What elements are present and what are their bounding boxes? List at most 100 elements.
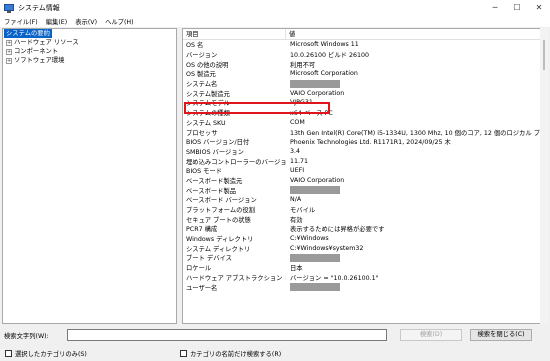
- list-row[interactable]: BIOS バージョン/日付 Phoenix Technologies Ltd. R…: [183, 137, 547, 147]
- row-item: OS 製造元: [186, 71, 216, 79]
- tree-item-components[interactable]: + コンポーネント: [3, 47, 176, 56]
- list-row[interactable]: BIOS モード UEFI: [183, 166, 547, 176]
- list-row[interactable]: SMBIOS バージョン 3.4: [183, 147, 547, 157]
- checkbox-box[interactable]: [5, 350, 12, 357]
- list-row[interactable]: OS 名 Microsoft Windows 11: [183, 40, 547, 50]
- list-row[interactable]: PCR7 構成 表示するためには昇格が必要です: [183, 224, 547, 234]
- row-item: BIOS バージョン/日付: [186, 139, 250, 147]
- list-row[interactable]: 埋め込みコントローラーのバージョン 11.71: [183, 156, 547, 166]
- list-row[interactable]: バージョン 10.0.26100 ビルド 26100: [183, 50, 547, 60]
- row-value: 有効: [290, 216, 303, 224]
- list-row[interactable]: システム名: [183, 79, 547, 89]
- list-row[interactable]: ベースボード製造元 VAIO Corporation: [183, 176, 547, 186]
- details-list[interactable]: 項目 値 OS 名 Microsoft Windows 11 バージョン 10.0.2…: [182, 28, 548, 324]
- list-row[interactable]: セキュア ブートの状態 有効: [183, 214, 547, 224]
- scroll-thumb[interactable]: [543, 40, 545, 70]
- category-names-only-checkbox[interactable]: カテゴリの名前だけ検索する(R): [180, 349, 281, 358]
- row-item: ベースボード製造元: [186, 177, 243, 185]
- row-value: 13th Gen Intel(R) Core(TM) i5-1334U, 130…: [290, 129, 546, 137]
- row-value: 日本: [290, 265, 303, 273]
- tree-item-label: ハードウェア リソース: [14, 39, 79, 46]
- row-item: ブート デバイス: [186, 255, 232, 263]
- list-row[interactable]: OS の他の説明 利用不可: [183, 59, 547, 69]
- row-value: VAIO Corporation: [290, 89, 345, 97]
- row-item: BIOS モード: [186, 168, 223, 176]
- menu-help[interactable]: ヘルプ(H): [101, 17, 138, 26]
- highlight-annotation: [184, 102, 330, 114]
- vertical-scrollbar[interactable]: [540, 28, 548, 324]
- row-item: システム SKU: [186, 119, 226, 127]
- window-title: システム情報: [18, 3, 60, 12]
- list-row[interactable]: ベースボード製品: [183, 185, 547, 195]
- expand-icon[interactable]: +: [6, 57, 12, 64]
- checkbox-label: 選択したカテゴリのみ(S): [15, 351, 87, 358]
- column-header-value[interactable]: 値: [286, 29, 547, 39]
- tree-item-software-environment[interactable]: + ソフトウェア環境: [3, 56, 176, 65]
- title-bar: システム情報 ─ ☐ ✕: [0, 0, 550, 15]
- list-row[interactable]: システム SKU COM: [183, 118, 547, 128]
- category-tree[interactable]: システムの要約 + ハードウェア リソース + コンポーネント + ソフトウェア…: [2, 28, 177, 324]
- row-value: C:¥Windows¥system32: [290, 244, 364, 252]
- row-value: Phoenix Technologies Ltd. R1171R1, 2024/…: [290, 139, 451, 147]
- system-info-icon: [4, 3, 14, 13]
- expand-icon[interactable]: +: [6, 39, 12, 46]
- row-value: [286, 79, 547, 88]
- minimize-button[interactable]: ─: [484, 0, 506, 15]
- list-row[interactable]: ブート デバイス: [183, 253, 547, 263]
- tree-item-label: コンポーネント: [14, 48, 59, 55]
- row-item: SMBIOS バージョン: [186, 148, 244, 156]
- expand-icon[interactable]: +: [6, 48, 12, 55]
- tree-item-label: ソフトウェア環境: [14, 57, 65, 64]
- row-item: バージョン: [186, 52, 218, 60]
- search-panel: 検索文字列(W): 検索(D) 検索を閉じる(C) 選択したカテゴリのみ(S) …: [0, 325, 550, 361]
- row-item: ベースボード製品: [186, 187, 237, 195]
- list-row[interactable]: システム ディレクトリ C:¥Windows¥system32: [183, 243, 547, 253]
- row-item: システム製造元: [186, 90, 230, 98]
- row-item: システム ディレクトリ: [186, 245, 251, 253]
- row-value: N/A: [290, 196, 302, 204]
- list-row[interactable]: ハードウェア アブストラクション レイヤーバージョン = "10.0.26100…: [183, 273, 547, 283]
- checkbox-box[interactable]: [180, 350, 187, 357]
- find-button[interactable]: 検索(D): [400, 329, 462, 341]
- row-value: 利用不可: [290, 61, 316, 69]
- search-input[interactable]: [67, 329, 387, 341]
- menu-view[interactable]: 表示(V): [71, 17, 101, 26]
- row-value: UEFI: [290, 167, 305, 175]
- search-label: 検索文字列(W):: [4, 333, 49, 340]
- redacted-value: [290, 253, 340, 262]
- menu-file[interactable]: ファイル(F): [0, 17, 42, 26]
- tree-item-system-summary[interactable]: システムの要約: [3, 29, 176, 38]
- close-search-button[interactable]: 検索を閉じる(C): [470, 329, 532, 341]
- row-item: ハードウェア アブストラクション レイヤー: [186, 274, 286, 282]
- row-item: ベースボード バージョン: [186, 197, 257, 205]
- list-header: 項目 値: [183, 29, 547, 40]
- selected-category-only-checkbox[interactable]: 選択したカテゴリのみ(S): [5, 349, 87, 358]
- maximize-button[interactable]: ☐: [506, 0, 528, 15]
- list-row[interactable]: Windows ディレクトリ C:¥Windows: [183, 234, 547, 244]
- list-row[interactable]: OS 製造元 Microsoft Corporation: [183, 69, 547, 79]
- list-row[interactable]: プロセッサ 13th Gen Intel(R) Core(TM) i5-1334U…: [183, 127, 547, 137]
- tree-item-label: システムの要約: [4, 29, 52, 38]
- row-value: [286, 283, 547, 292]
- row-item: OS の他の説明: [186, 61, 229, 69]
- column-header-item[interactable]: 項目: [183, 29, 286, 39]
- list-row[interactable]: ロケール 日本: [183, 263, 547, 273]
- tree-item-hardware-resources[interactable]: + ハードウェア リソース: [3, 38, 176, 47]
- row-item: Windows ディレクトリ: [186, 236, 254, 244]
- redacted-value: [290, 186, 340, 195]
- row-value: COM: [290, 118, 305, 126]
- list-row[interactable]: ベースボード バージョン N/A: [183, 195, 547, 205]
- row-value: Microsoft Windows 11: [290, 41, 359, 49]
- list-rows: OS 名 Microsoft Windows 11 バージョン 10.0.26100 …: [183, 40, 547, 292]
- list-row[interactable]: プラットフォームの役割 モバイル: [183, 205, 547, 215]
- row-item: セキュア ブートの状態: [186, 216, 251, 224]
- row-item: 埋め込みコントローラーのバージョン: [186, 158, 286, 166]
- window-controls: ─ ☐ ✕: [484, 0, 550, 15]
- row-value: Microsoft Corporation: [290, 70, 358, 78]
- checkbox-label: カテゴリの名前だけ検索する(R): [190, 351, 282, 358]
- close-button[interactable]: ✕: [528, 0, 550, 15]
- row-item: ユーザー名: [186, 284, 218, 292]
- menu-edit[interactable]: 編集(E): [42, 17, 72, 26]
- list-row[interactable]: ユーザー名: [183, 282, 547, 292]
- list-row[interactable]: システム製造元 VAIO Corporation: [183, 88, 547, 98]
